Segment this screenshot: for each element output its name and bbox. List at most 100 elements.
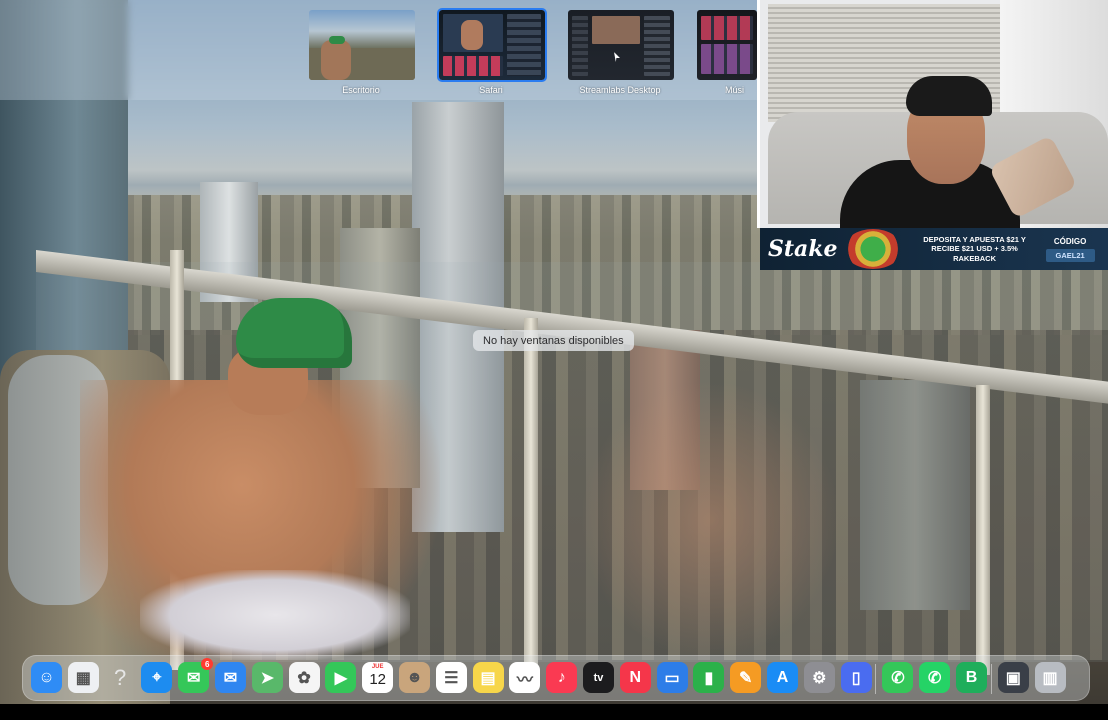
wallpaper-railing-post — [976, 385, 990, 675]
dock-messages-icon[interactable]: ✉ 6 — [178, 658, 214, 693]
calendar-day: 12 — [369, 671, 387, 688]
sponsor-promo-text: DEPOSITA Y APUESTA $21 Y RECIBE $21 USD … — [912, 235, 1038, 264]
no-windows-text: No hay ventanas disponibles — [483, 334, 624, 347]
wallpaper-green-cap — [236, 298, 352, 368]
space-thumbnail-musica[interactable] — [697, 10, 757, 80]
space-thumbnail-streamlabs[interactable] — [568, 10, 674, 80]
dock-facetime-icon[interactable]: ▶ — [325, 662, 357, 693]
streamlabs-thumb-glyph: ▣ — [1005, 669, 1021, 687]
keynote-glyph: ▭ — [664, 669, 680, 687]
sponsor-code-value: GAEL21 — [1045, 248, 1095, 262]
appletv-glyph: tv — [593, 671, 604, 684]
contacts-glyph: ☻ — [406, 668, 423, 686]
reminders-glyph: ☰ — [444, 669, 459, 687]
dock-notes-icon[interactable]: ▤ — [472, 662, 504, 693]
freeform-glyph: 〰 — [516, 671, 533, 689]
dock-whatsapp-icon[interactable]: ✆ — [919, 662, 951, 693]
space-label-streamlabs: Streamlabs Desktop — [579, 85, 661, 95]
sponsor-banner: Stake DEPOSITA Y APUESTA $21 Y RECIBE $2… — [760, 228, 1108, 270]
dock-photos-icon[interactable]: ✿ — [288, 662, 320, 693]
pages-glyph: ✎ — [738, 669, 753, 687]
help-glyph: ? — [113, 664, 127, 690]
calendar-month: JUE — [371, 664, 384, 670]
dock-maps-icon[interactable]: ➤ — [251, 662, 283, 693]
wallpaper-person-shorts — [140, 570, 410, 660]
dock-news-icon[interactable]: N — [619, 662, 651, 693]
roulette-icon — [843, 229, 902, 269]
space-thumbnail-escritorio[interactable] — [309, 10, 415, 80]
safari-glyph: ⌖ — [152, 668, 162, 686]
dock-safari-icon[interactable]: ⌖ — [141, 662, 173, 693]
iphone-mirroring-glyph: ▯ — [851, 669, 861, 687]
dock-launchpad-icon[interactable]: ▦ — [67, 662, 99, 693]
dock-trash-icon[interactable]: ▥ — [1034, 662, 1066, 693]
photos-glyph: ✿ — [297, 669, 311, 687]
dock-iphone-mirroring-icon[interactable]: ▯ — [840, 662, 872, 693]
wallpaper-railing-post — [524, 318, 538, 678]
messages-glyph: ✉ — [186, 669, 201, 687]
dock-streamlabs-thumb-icon[interactable]: ▣ — [997, 662, 1029, 693]
bottom-letterbox — [0, 704, 1108, 720]
facetime-glyph: ▶ — [334, 669, 348, 687]
mission-control-spaces-bar: Escritorio Safari Streamlabs Desktop Mús… — [0, 0, 760, 100]
mail-glyph: ✉ — [223, 669, 238, 687]
thumb-sidebar — [572, 16, 588, 76]
thumb-chat — [507, 14, 541, 76]
notes-glyph: ▤ — [480, 669, 496, 687]
sponsor-line: RAKEBACK — [953, 253, 996, 263]
dock-reminders-icon[interactable]: ☰ — [435, 662, 467, 693]
sponsor-logo: Stake — [768, 236, 838, 262]
thumb-tiles — [443, 56, 503, 76]
mouse-cursor-icon — [614, 52, 620, 62]
music-glyph: ♪ — [557, 668, 566, 686]
news-glyph: N — [629, 668, 642, 686]
dock-settings-icon[interactable]: ⚙ — [803, 662, 835, 693]
dock-appstore-icon[interactable]: A — [767, 662, 798, 693]
sponsor-code-label: CÓDIGO — [1053, 236, 1087, 246]
thumb-grid — [701, 44, 753, 74]
dock-help-icon[interactable]: ? — [105, 662, 136, 693]
sponsor-code-box: CÓDIGO GAEL21 — [1045, 236, 1095, 262]
dock: ☺ ▦? ⌖ ✉ 6 ✉ ➤ ✿ ▶ JUE 12 ☻ ☰ ▤ 〰 ♪ tv N ▭ ▮ ✎ A ⚙ ▯ ✆ ✆ B ▣ ▥ — [22, 655, 1090, 701]
dock-separator — [990, 664, 992, 694]
space-thumbnail-safari[interactable] — [437, 8, 547, 82]
dock-whatsapp-business-icon[interactable]: B — [956, 662, 987, 693]
thumb-panel — [644, 16, 670, 76]
whatsapp-glyph: ✆ — [927, 669, 942, 687]
space-label-escritorio: Escritorio — [342, 85, 380, 95]
dock-calendar-icon[interactable]: JUE 12 — [362, 662, 394, 693]
whatsapp-business-glyph: B — [965, 668, 978, 686]
dock-numbers-icon[interactable]: ▮ — [693, 662, 725, 693]
settings-glyph: ⚙ — [812, 669, 827, 687]
trash-glyph: ▥ — [1042, 669, 1058, 687]
appstore-glyph: A — [776, 668, 789, 686]
launchpad-glyph: ▦ — [75, 669, 91, 687]
webcam-streamer-cap — [906, 76, 992, 116]
dock-pages-icon[interactable]: ✎ — [730, 662, 762, 693]
maps-glyph: ➤ — [260, 669, 274, 687]
thumb-cap — [329, 36, 345, 44]
phone-glyph: ✆ — [891, 669, 905, 687]
thumb-preview — [592, 16, 640, 44]
thumb-person — [321, 40, 351, 80]
dock-finder-icon[interactable]: ☺ — [31, 662, 62, 693]
dock-separator — [875, 664, 877, 694]
dock-freeform-icon[interactable]: 〰 — [509, 662, 541, 693]
numbers-glyph: ▮ — [704, 669, 714, 687]
dock-mail-icon[interactable]: ✉ — [215, 662, 246, 693]
dock-contacts-icon[interactable]: ☻ — [399, 662, 430, 693]
no-windows-available-message: No hay ventanas disponibles — [473, 330, 634, 351]
thumb-grid — [701, 16, 753, 40]
thumb-streamer — [461, 20, 483, 50]
wallpaper-reflection — [580, 380, 840, 660]
webcam-overlay — [757, 0, 1108, 230]
space-label-safari: Safari — [479, 85, 503, 95]
notification-badge: 6 — [201, 658, 214, 670]
sponsor-line: DEPOSITA Y APUESTA $21 Y — [923, 234, 1026, 244]
finder-glyph: ☺ — [38, 668, 55, 686]
dock-phone-icon[interactable]: ✆ — [882, 662, 914, 693]
sponsor-line: RECIBE $21 USD + 3.5% — [931, 244, 1018, 254]
dock-keynote-icon[interactable]: ▭ — [656, 662, 688, 693]
dock-music-icon[interactable]: ♪ — [546, 662, 578, 693]
dock-appletv-icon[interactable]: tv — [583, 662, 614, 693]
